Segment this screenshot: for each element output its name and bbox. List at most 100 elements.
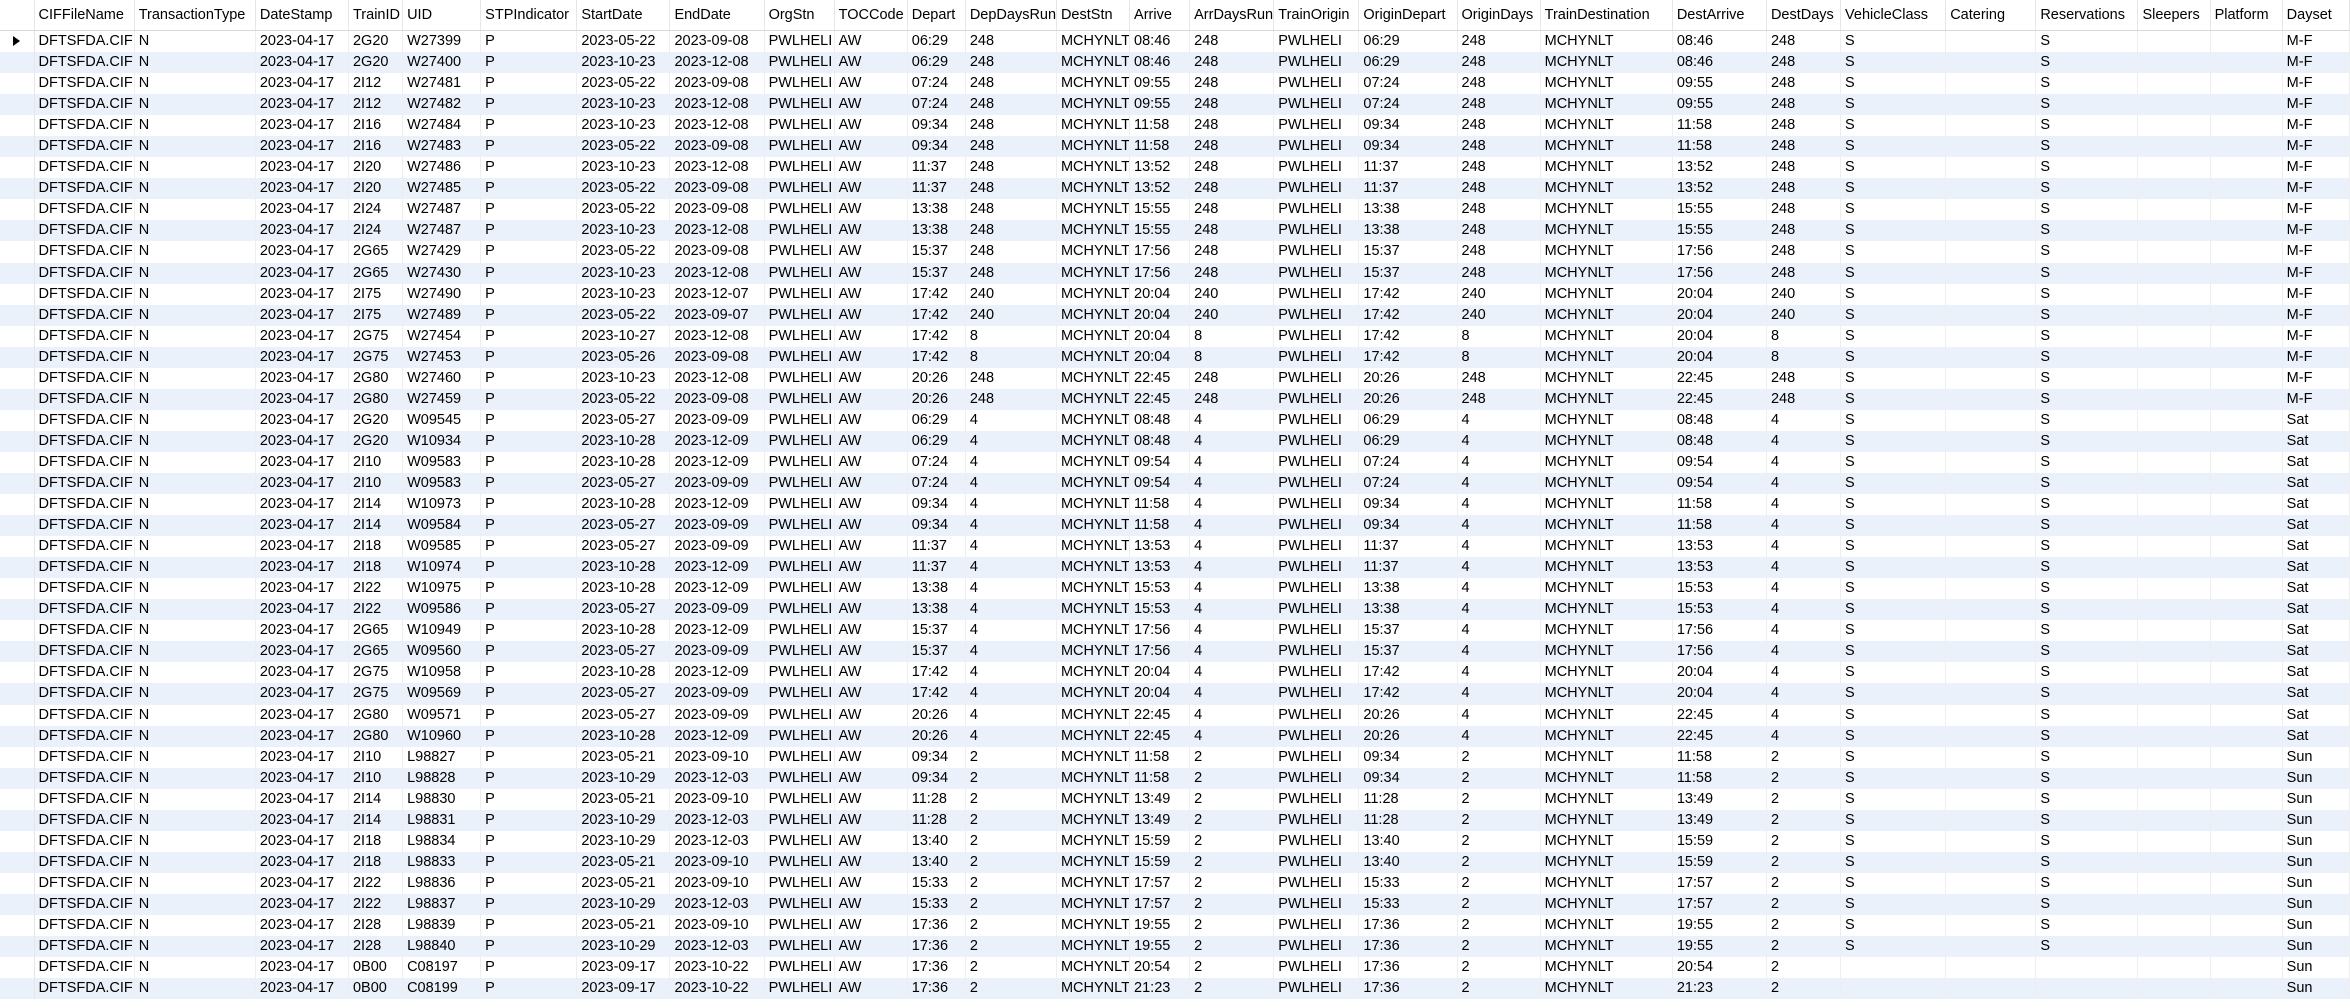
cell-destarrive[interactable]: 11:58 [1672,515,1767,537]
cell-sleepers[interactable] [2137,578,2211,600]
cell-depart[interactable]: 06:29 [907,430,966,452]
row-selector[interactable] [0,30,35,53]
cell-trainorigin[interactable]: PWLHELI [1273,157,1360,179]
cell-arrdaysrun[interactable]: 240 [1189,304,1275,326]
cell-sleepers[interactable] [2137,978,2211,1000]
cell-depart[interactable]: 11:37 [907,178,966,200]
cell-ciffilename[interactable]: DFTSFDA.CIF [34,683,135,705]
cell-dayset[interactable]: Sat [2282,472,2350,495]
cell-transactiontype[interactable]: N [134,73,256,95]
cell-stpindicator[interactable]: P [480,178,578,200]
cell-toccode[interactable]: AW [834,830,908,852]
cell-startdate[interactable]: 2023-10-28 [576,620,671,642]
table-row[interactable]: DFTSFDA.CIF N 2023-04-17 2I10 W09583 P 2023-05… [0,472,2350,495]
cell-platform[interactable] [2210,346,2283,368]
column-header-sleepers[interactable]: Sleepers [2137,0,2211,31]
cell-uid[interactable]: W10960 [402,725,482,747]
cell-depdaysrun[interactable]: 4 [965,494,1057,516]
cell-depart[interactable]: 17:36 [907,978,966,1000]
table-row[interactable]: DFTSFDA.CIF N 2023-04-17 2G20 W09545 P 2023-05… [0,409,2350,431]
column-header-depdaysrun[interactable]: DepDaysRun [965,0,1057,31]
cell-orgstn[interactable]: PWLHELI [764,494,835,516]
cell-origindepart[interactable]: 20:26 [1358,388,1458,410]
cell-deststn[interactable]: MCHYNLT [1056,178,1131,200]
cell-vehicleclass[interactable]: S [1840,515,1947,537]
cell-transactiontype[interactable]: N [134,367,256,389]
cell-arrive[interactable]: 11:58 [1129,115,1191,137]
cell-deststn[interactable]: MCHYNLT [1056,830,1131,852]
cell-traindestination[interactable]: MCHYNLT [1540,662,1673,684]
cell-startdate[interactable]: 2023-05-22 [576,199,671,221]
table-row[interactable]: DFTSFDA.CIF N 2023-04-17 2G75 W27453 P 2023-05… [0,346,2350,368]
cell-reservations[interactable]: S [2035,494,2139,516]
table-row[interactable]: DFTSFDA.CIF N 2023-04-17 2I22 L98836 P 2023-05… [0,872,2350,894]
cell-arrive[interactable]: 15:55 [1129,220,1191,242]
cell-toccode[interactable]: AW [834,262,908,284]
cell-reservations[interactable]: S [2035,241,2139,263]
cell-deststn[interactable]: MCHYNLT [1056,30,1131,53]
cell-trainid[interactable]: 2G75 [348,683,404,705]
cell-platform[interactable] [2210,283,2283,305]
cell-ciffilename[interactable]: DFTSFDA.CIF [34,662,135,684]
cell-sleepers[interactable] [2137,451,2211,473]
cell-trainorigin[interactable]: PWLHELI [1273,52,1360,74]
cell-origindays[interactable]: 248 [1457,52,1541,74]
cell-trainid[interactable]: 2G20 [348,52,404,74]
cell-uid[interactable]: W27454 [402,325,482,347]
cell-trainid[interactable]: 2I16 [348,136,404,158]
cell-reservations[interactable]: S [2035,914,2139,937]
cell-origindays[interactable]: 4 [1457,704,1541,726]
cell-enddate[interactable]: 2023-09-07 [669,304,765,326]
cell-startdate[interactable]: 2023-10-28 [576,430,671,452]
cell-vehicleclass[interactable]: S [1840,304,1947,326]
cell-transactiontype[interactable]: N [134,178,256,200]
cell-ciffilename[interactable]: DFTSFDA.CIF [34,851,135,873]
cell-platform[interactable] [2210,94,2283,116]
cell-reservations[interactable]: S [2035,893,2139,915]
cell-depart[interactable]: 09:34 [907,494,966,516]
column-header-arrdaysrun[interactable]: ArrDaysRun [1189,0,1275,31]
cell-sleepers[interactable] [2137,515,2211,537]
cell-origindepart[interactable]: 13:38 [1358,220,1458,242]
cell-startdate[interactable]: 2023-05-21 [576,914,671,937]
cell-orgstn[interactable]: PWLHELI [764,325,835,347]
cell-catering[interactable] [1945,94,2037,116]
cell-orgstn[interactable]: PWLHELI [764,641,835,663]
cell-depdaysrun[interactable]: 2 [965,893,1057,915]
cell-destarrive[interactable]: 17:57 [1672,872,1767,894]
row-selector[interactable] [0,936,35,958]
cell-datestamp[interactable]: 2023-04-17 [255,30,349,53]
cell-toccode[interactable]: AW [834,620,908,642]
cell-depart[interactable]: 06:29 [907,30,966,53]
cell-origindepart[interactable]: 06:29 [1358,30,1458,53]
cell-origindays[interactable]: 4 [1457,578,1541,600]
cell-transactiontype[interactable]: N [134,388,256,410]
cell-trainid[interactable]: 2I75 [348,304,404,326]
cell-enddate[interactable]: 2023-09-10 [669,788,765,810]
cell-vehicleclass[interactable]: S [1840,893,1947,915]
row-selector[interactable] [0,262,35,284]
cell-arrdaysrun[interactable]: 4 [1189,704,1275,726]
cell-toccode[interactable]: AW [834,767,908,789]
cell-catering[interactable] [1945,157,2037,179]
cell-reservations[interactable]: S [2035,872,2139,894]
cell-stpindicator[interactable]: P [480,746,578,768]
cell-sleepers[interactable] [2137,641,2211,663]
cell-arrive[interactable]: 08:48 [1129,409,1191,431]
cell-orgstn[interactable]: PWLHELI [764,830,835,852]
cell-catering[interactable] [1945,52,2037,74]
cell-deststn[interactable]: MCHYNLT [1056,157,1131,179]
cell-vehicleclass[interactable]: S [1840,872,1947,894]
row-selector[interactable] [0,409,35,431]
cell-origindepart[interactable]: 13:40 [1358,851,1458,873]
cell-catering[interactable] [1945,199,2037,221]
cell-stpindicator[interactable]: P [480,472,578,495]
cell-arrdaysrun[interactable]: 2 [1189,809,1275,831]
cell-vehicleclass[interactable]: S [1840,494,1947,516]
cell-platform[interactable] [2210,178,2283,200]
cell-orgstn[interactable]: PWLHELI [764,662,835,684]
cell-startdate[interactable]: 2023-05-27 [576,704,671,726]
cell-destdays[interactable]: 248 [1766,157,1842,179]
cell-depdaysrun[interactable]: 2 [965,978,1057,1000]
cell-destarrive[interactable]: 15:53 [1672,578,1767,600]
